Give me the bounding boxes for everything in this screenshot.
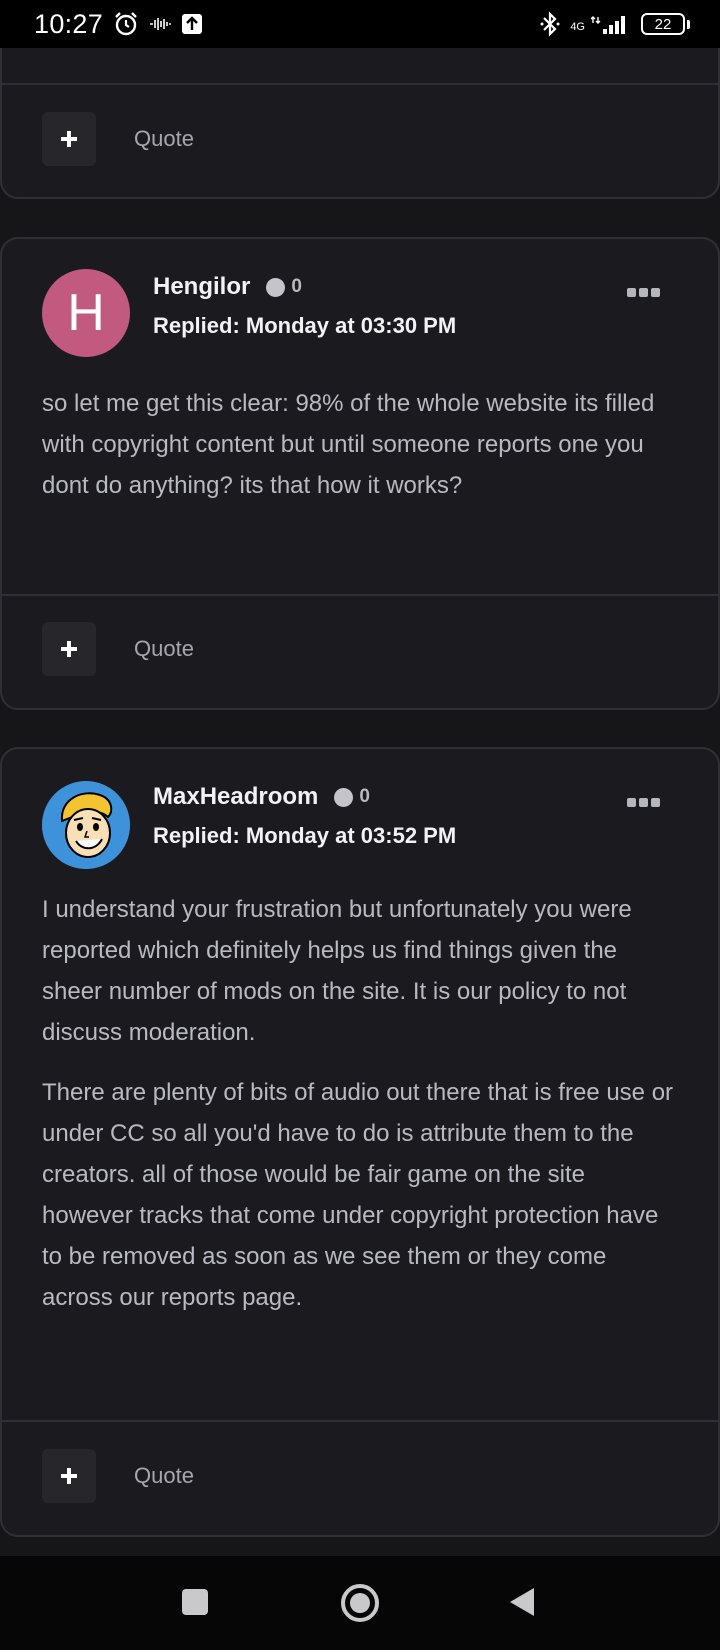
post-body: so let me get this clear: 98% of the who… (42, 383, 682, 506)
post-paragraph: so let me get this clear: 98% of the who… (42, 390, 655, 499)
quote-row: Quote (42, 622, 194, 676)
multiquote-button[interactable] (42, 112, 96, 166)
bluetooth-icon (540, 10, 560, 38)
avatar[interactable]: H (42, 269, 130, 357)
battery-level: 22 (641, 13, 685, 35)
plus-icon (61, 131, 77, 147)
post-card-hengilor: H Hengilor 0 Replied: Monday at 03:30 PM… (0, 237, 720, 710)
more-options-icon[interactable] (627, 288, 660, 297)
reputation-count: 0 (359, 786, 370, 807)
battery-icon: 22 (641, 13, 690, 35)
back-button-icon[interactable] (508, 1586, 536, 1618)
post-paragraph: There are plenty of bits of audio out th… (42, 1079, 674, 1311)
status-time: 10:27 (34, 8, 104, 39)
post-card-maxheadroom: MaxHeadroom 0 Replied: Monday at 03:52 P… (0, 747, 720, 1537)
reputation-dot-icon (266, 277, 286, 297)
quote-button[interactable]: Quote (134, 636, 194, 662)
reply-timestamp: Replied: Monday at 03:52 PM (153, 823, 457, 848)
system-nav-bar (0, 1556, 720, 1650)
card-divider (2, 83, 718, 85)
vault-boy-avatar-icon[interactable] (42, 781, 130, 869)
author-name[interactable]: MaxHeadroom (153, 783, 318, 811)
upload-icon (181, 13, 203, 35)
post-card-previous: Quote (0, 48, 720, 199)
more-options-icon[interactable] (627, 798, 660, 807)
recents-button-icon[interactable] (181, 1588, 209, 1616)
reputation-badge: 0 (266, 276, 302, 298)
multiquote-button[interactable] (42, 622, 96, 676)
author-row: MaxHeadroom 0 (153, 783, 370, 811)
thread-content[interactable]: Quote H Hengilor 0 Replied: Monday at 03… (0, 48, 720, 1556)
author-name[interactable]: Hengilor (153, 273, 250, 301)
status-bar: 10:27 4G 22 (0, 0, 720, 48)
alarm-icon (113, 11, 139, 37)
plus-icon (61, 1468, 77, 1484)
reputation-dot-icon (334, 787, 354, 807)
quote-button[interactable]: Quote (134, 1463, 194, 1489)
vibrate-icon (149, 17, 172, 31)
reputation-badge: 0 (334, 786, 370, 808)
multiquote-button[interactable] (42, 1449, 96, 1503)
signal-icon (591, 13, 631, 35)
post-body: I understand your frustration but unfort… (42, 889, 682, 1318)
plus-icon (61, 641, 77, 657)
author-row: Hengilor 0 (153, 273, 302, 301)
card-divider (2, 594, 718, 596)
reputation-count: 0 (291, 276, 302, 297)
avatar-letter: H (67, 284, 105, 342)
reply-timestamp: Replied: Monday at 03:30 PM (153, 313, 457, 338)
card-divider (2, 1420, 718, 1422)
post-paragraph: I understand your frustration but unfort… (42, 896, 632, 1046)
quote-row: Quote (42, 112, 194, 166)
quote-button[interactable]: Quote (134, 126, 194, 152)
network-type: 4G (570, 21, 585, 33)
quote-row: Quote (42, 1449, 194, 1503)
home-button-icon[interactable] (340, 1583, 380, 1623)
